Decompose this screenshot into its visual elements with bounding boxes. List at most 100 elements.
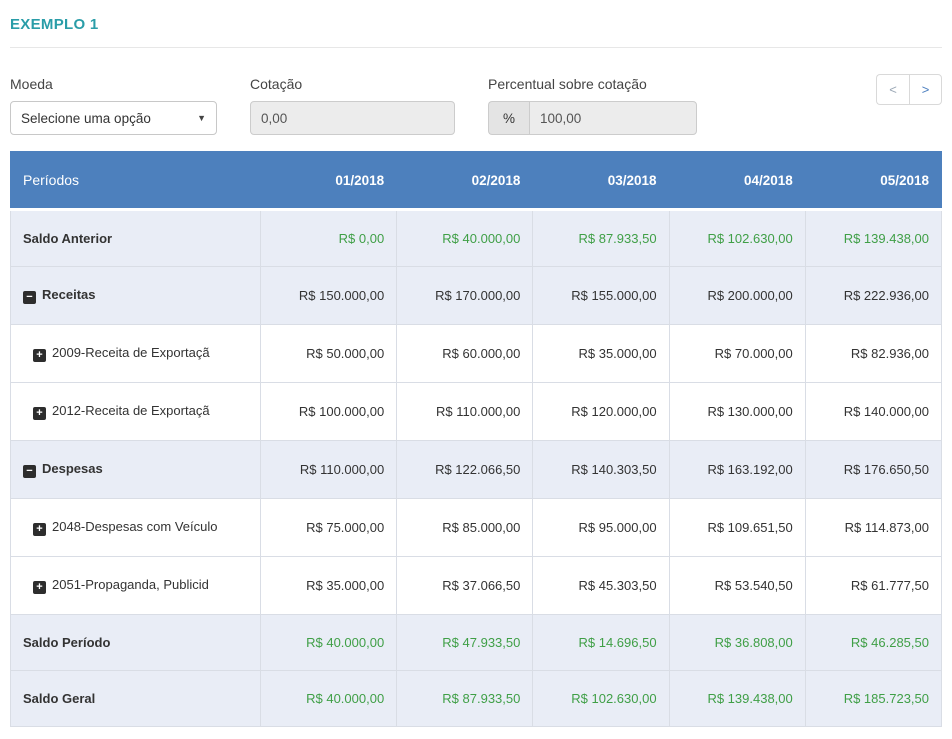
value-cell: R$ 110.000,00	[396, 382, 534, 441]
table-row: − Despesas R$ 110.000,00 R$ 122.066,50 R$ 14…	[10, 440, 943, 499]
caret-down-icon: ▼	[197, 113, 206, 123]
row-label: 2048-Despesas com Veículo	[52, 519, 218, 534]
value-cell: R$ 150.000,00	[259, 266, 398, 325]
value-cell: R$ 0,00	[259, 209, 398, 267]
value-cell: R$ 163.192,00	[668, 440, 806, 499]
percent-addon: %	[488, 101, 530, 135]
value-cell: R$ 50.000,00	[259, 324, 398, 383]
collapse-minus-square-icon[interactable]: −	[23, 291, 36, 304]
periods-header: Períodos	[10, 151, 261, 210]
row-label: Receitas	[42, 287, 96, 302]
value-cell: R$ 200.000,00	[668, 266, 806, 325]
table-row: − Receitas R$ 150.000,00 R$ 170.000,00 R$ 15…	[10, 266, 943, 325]
value-cell: R$ 75.000,00	[259, 498, 398, 557]
row-label-cell: +2051-Propaganda, Publicid	[10, 556, 261, 615]
page-title: EXEMPLO 1	[10, 16, 99, 33]
value-cell: R$ 176.650,50	[804, 440, 943, 499]
value-cell: R$ 95.000,00	[532, 498, 670, 557]
table-row: +2048-Despesas com Veículo R$ 75.000,00 R$…	[10, 498, 943, 557]
value-cell: R$ 102.630,00	[532, 670, 670, 727]
value-cell: R$ 35.000,00	[532, 324, 670, 383]
pagination: < >	[876, 74, 942, 105]
column-header: 03/2018	[532, 151, 670, 210]
value-cell: R$ 122.066,50	[396, 440, 534, 499]
row-label: 2009-Receita de Exportaçã	[52, 345, 210, 360]
value-cell: R$ 70.000,00	[668, 324, 806, 383]
table-header-row: Períodos 01/2018 02/2018 03/2018 04/2018 05/…	[10, 151, 943, 210]
percentual-input[interactable]	[529, 101, 698, 135]
row-label: Saldo Anterior	[23, 231, 113, 246]
next-page-button[interactable]: >	[909, 74, 942, 105]
column-header: 05/2018	[804, 151, 943, 210]
row-label: 2012-Receita de Exportaçã	[52, 403, 210, 418]
cotacao-label: Cotação	[250, 76, 303, 92]
value-cell: R$ 14.696,50	[532, 614, 670, 671]
value-cell: R$ 109.651,50	[668, 498, 806, 557]
moeda-label: Moeda	[10, 76, 53, 92]
value-cell: R$ 102.630,00	[668, 209, 806, 267]
value-cell: R$ 222.936,00	[804, 266, 943, 325]
value-cell: R$ 40.000,00	[259, 670, 398, 727]
value-cell: R$ 100.000,00	[259, 382, 398, 441]
value-cell: R$ 40.000,00	[259, 614, 398, 671]
value-cell: R$ 140.000,00	[804, 382, 943, 441]
table-row: Saldo Geral R$ 40.000,00 R$ 87.933,50 R$ 10…	[10, 670, 943, 727]
value-cell: R$ 140.303,50	[532, 440, 670, 499]
table-row: +2012-Receita de Exportaçã R$ 100.000,00 R…	[10, 382, 943, 441]
expand-plus-square-icon[interactable]: +	[33, 523, 46, 536]
row-label-cell: Saldo Anterior	[10, 209, 261, 267]
value-cell: R$ 87.933,50	[396, 670, 534, 727]
value-cell: R$ 120.000,00	[532, 382, 670, 441]
row-label: Despesas	[42, 461, 103, 476]
row-label: Saldo Período	[23, 635, 111, 650]
value-cell: R$ 61.777,50	[804, 556, 943, 615]
value-cell: R$ 40.000,00	[396, 209, 534, 267]
row-label-cell: Saldo Período	[10, 614, 261, 671]
value-cell: R$ 35.000,00	[259, 556, 398, 615]
value-cell: R$ 110.000,00	[259, 440, 398, 499]
value-cell: R$ 53.540,50	[668, 556, 806, 615]
value-cell: R$ 45.303,50	[532, 556, 670, 615]
value-cell: R$ 130.000,00	[668, 382, 806, 441]
table-row: +2009-Receita de Exportaçã R$ 50.000,00 R$…	[10, 324, 943, 383]
moeda-group: Moeda Selecione uma opção ▼	[10, 76, 217, 135]
row-label: 2051-Propaganda, Publicid	[52, 577, 209, 592]
value-cell: R$ 155.000,00	[532, 266, 670, 325]
value-cell: R$ 170.000,00	[396, 266, 534, 325]
percentual-label: Percentual sobre cotação	[488, 76, 647, 92]
expand-plus-square-icon[interactable]: +	[33, 407, 46, 420]
row-label-cell: Saldo Geral	[10, 670, 261, 727]
value-cell: R$ 85.000,00	[396, 498, 534, 557]
prev-page-button[interactable]: <	[876, 74, 909, 105]
value-cell: R$ 47.933,50	[396, 614, 534, 671]
table-row: Saldo Anterior R$ 0,00 R$ 40.000,00 R$ 87.9…	[10, 209, 943, 267]
page: EXEMPLO 1 Moeda Selecione uma opção ▼ Co…	[0, 0, 952, 727]
column-header: 01/2018	[259, 151, 398, 210]
collapse-minus-square-icon[interactable]: −	[23, 465, 36, 478]
column-header: 04/2018	[668, 151, 806, 210]
divider	[10, 47, 942, 48]
value-cell: R$ 139.438,00	[804, 209, 943, 267]
expand-plus-square-icon[interactable]: +	[33, 581, 46, 594]
cotacao-group: Cotação	[250, 76, 455, 135]
column-header: 02/2018	[396, 151, 534, 210]
moeda-select[interactable]: Selecione uma opção ▼	[10, 101, 217, 135]
percentual-group: Percentual sobre cotação %	[488, 76, 698, 135]
value-cell: R$ 46.285,50	[804, 614, 943, 671]
table-body: Saldo Anterior R$ 0,00 R$ 40.000,00 R$ 87.9…	[10, 209, 943, 727]
value-cell: R$ 139.438,00	[668, 670, 806, 727]
value-cell: R$ 114.873,00	[804, 498, 943, 557]
value-cell: R$ 36.808,00	[668, 614, 806, 671]
value-cell: R$ 87.933,50	[532, 209, 670, 267]
row-label-cell: − Receitas	[10, 266, 261, 325]
value-cell: R$ 60.000,00	[396, 324, 534, 383]
row-label-cell: +2048-Despesas com Veículo	[10, 498, 261, 557]
value-cell: R$ 82.936,00	[804, 324, 943, 383]
periods-table: Períodos 01/2018 02/2018 03/2018 04/2018 05/…	[10, 151, 943, 727]
table-row: +2051-Propaganda, Publicid R$ 35.000,00 R$…	[10, 556, 943, 615]
value-cell: R$ 37.066,50	[396, 556, 534, 615]
expand-plus-square-icon[interactable]: +	[33, 349, 46, 362]
table-row: Saldo Período R$ 40.000,00 R$ 47.933,50 R$ …	[10, 614, 943, 671]
moeda-select-value: Selecione uma opção	[21, 110, 151, 126]
cotacao-input[interactable]	[250, 101, 455, 135]
